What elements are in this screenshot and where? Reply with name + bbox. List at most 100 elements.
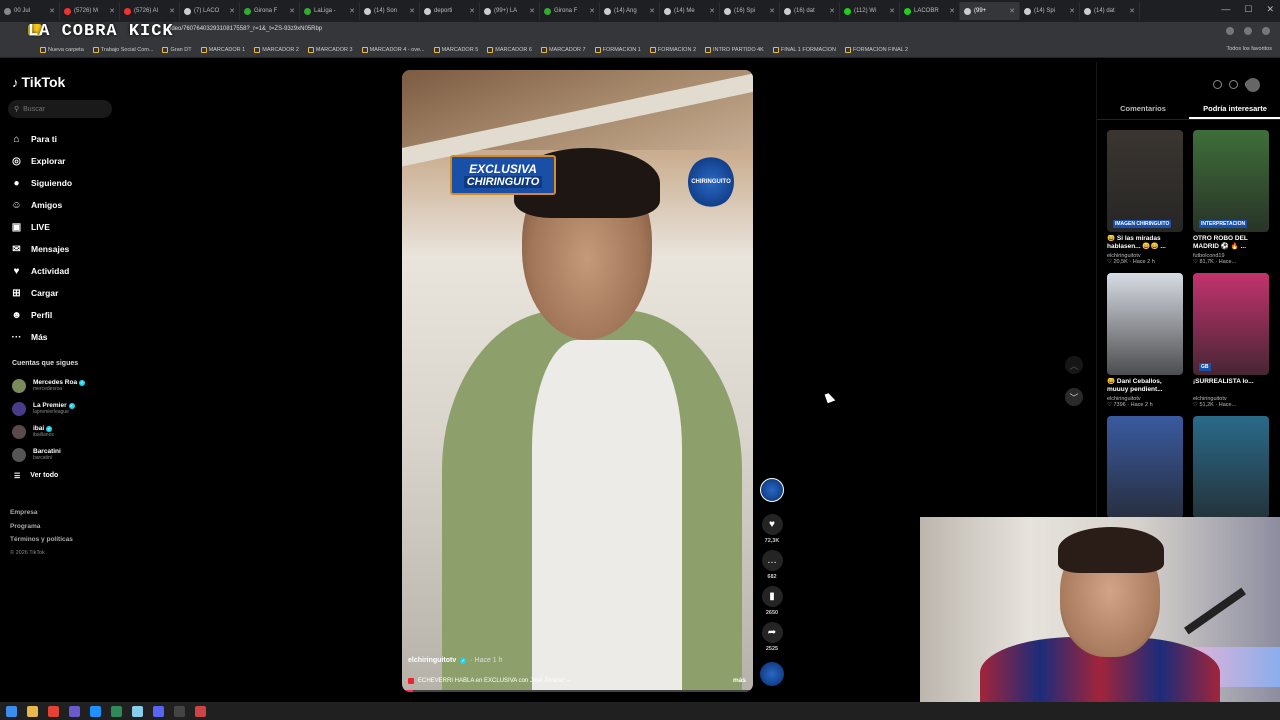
app2-icon[interactable]	[111, 705, 122, 717]
tab-close-icon[interactable]: ✕	[469, 7, 475, 15]
tab-close-icon[interactable]: ✕	[529, 7, 535, 15]
browser-tab[interactable]: LaLiga - ✕	[300, 2, 360, 20]
recommended-video-card[interactable]: 😄 Dani Ceballos, muuuy pendient... elchir…	[1107, 273, 1183, 408]
bookmark-item[interactable]: Trabajo Social Com...	[92, 46, 153, 53]
nav-item[interactable]: ⊞ Cargar	[10, 282, 72, 304]
tab-close-icon[interactable]: ✕	[349, 7, 355, 15]
nav-item[interactable]: ● Siguiendo	[10, 172, 72, 194]
followed-account[interactable]: La Premier ✓ lapremierleague	[12, 397, 85, 420]
more-link[interactable]: más	[733, 677, 746, 684]
notepad-icon[interactable]	[132, 705, 143, 717]
nav-item[interactable]: ◎ Explorar	[10, 150, 72, 172]
browser-tab[interactable]: Girona F ✕	[540, 2, 600, 20]
nav-item[interactable]: ▣ LIVE	[10, 216, 72, 238]
nav-item[interactable]: ♥ Actividad	[10, 260, 72, 282]
minimize-icon[interactable]: —	[1221, 4, 1230, 15]
browser-tab[interactable]: deporti ✕	[420, 2, 480, 20]
bookmark-item[interactable]: FORMACION FINAL 2	[844, 46, 908, 53]
tab-close-icon[interactable]: ✕	[289, 7, 295, 15]
discord-icon[interactable]	[153, 705, 164, 717]
footer-link[interactable]: Programa	[10, 520, 73, 534]
bookmark-item[interactable]: FORMACION 2	[649, 46, 696, 53]
recommended-video-card[interactable]	[1107, 416, 1183, 518]
url-text[interactable]: ideo/7607640329310817558?_r=1&_t=ZS-93z9…	[170, 26, 322, 32]
star-icon[interactable]	[1244, 27, 1252, 35]
bookmark-item[interactable]: FORMACION 1	[594, 46, 641, 53]
tab-close-icon[interactable]: ✕	[109, 7, 115, 15]
browser-tab[interactable]: (14) dat ✕	[1080, 2, 1140, 20]
video-thumbnail[interactable]: IMAGEN CHIRINGUITO	[1107, 130, 1183, 232]
bookmark-item[interactable]: MARCADOR 5	[433, 46, 478, 53]
recommended-video-card[interactable]	[1193, 416, 1269, 518]
app-icon[interactable]	[69, 705, 80, 717]
maximize-icon[interactable]: ☐	[1244, 4, 1252, 15]
bookmark-item[interactable]: INTRO PARTIDO 4K	[705, 46, 764, 53]
footer-link[interactable]: Términos y políticas	[10, 533, 73, 547]
video-player[interactable]: EXCLUSIVA CHIRINGUITO CHIRINGUITO elchir…	[402, 70, 753, 692]
browser-tab[interactable]: (14) Son ✕	[360, 2, 420, 20]
bookmark-item[interactable]: MARCADOR 6	[487, 46, 532, 53]
previous-video-button[interactable]: ︿	[1065, 356, 1083, 374]
browser-tab[interactable]: (16) Spi ✕	[720, 2, 780, 20]
browser-tab[interactable]: (14) Me ✕	[660, 2, 720, 20]
tiktok-logo[interactable]: ♪ TikTok	[12, 74, 65, 90]
browser-tab[interactable]: Girona F ✕	[240, 2, 300, 20]
obs-icon[interactable]	[174, 705, 185, 717]
comment-icon[interactable]: …	[761, 550, 783, 571]
bookmark-item[interactable]: MARCADOR 3	[307, 46, 353, 53]
video-thumbnail[interactable]	[1107, 273, 1183, 375]
browser-tab[interactable]: LACOBR ✕	[900, 2, 960, 20]
start-icon[interactable]	[6, 705, 17, 717]
recommended-video-card[interactable]: GB ¡SURREALISTA lo... elchiringuitotv ♡ 51,…	[1193, 273, 1269, 408]
video-thumbnail[interactable]: INTERPRETACION	[1193, 130, 1269, 232]
recommended-video-card[interactable]: IMAGEN CHIRINGUITO 😄 Si las miradas habla…	[1107, 130, 1183, 265]
video-progress-bar[interactable]	[402, 690, 753, 692]
browser-tab[interactable]: (16) dat ✕	[780, 2, 840, 20]
bookmark-item[interactable]: MARCADOR 7	[540, 46, 586, 53]
followed-account[interactable]: Mercedes Roa ✓ mercedesroa	[12, 374, 86, 397]
tab-close-icon[interactable]: ✕	[769, 7, 775, 15]
all-bookmarks-link[interactable]: Todos los favoritos	[1226, 46, 1272, 52]
music-disc-icon[interactable]	[760, 662, 784, 686]
extension-icon[interactable]	[1226, 27, 1234, 35]
bookmark-item[interactable]: MARCADOR 4 - ove...	[361, 46, 425, 53]
video-author[interactable]: elchiringuitotv	[408, 657, 456, 664]
browser-tab[interactable]: (14) Spi ✕	[1020, 2, 1080, 20]
browser-tab[interactable]: (112) Wi ✕	[840, 2, 900, 20]
close-window-icon[interactable]: ✕	[1266, 4, 1274, 15]
browser-tab[interactable]: (99+ ✕	[960, 2, 1020, 20]
panel-tab[interactable]: Podría interesarte	[1189, 102, 1280, 119]
bookmark-item[interactable]: Nueva carpeta	[40, 46, 84, 53]
video-thumbnail[interactable]	[1193, 416, 1269, 518]
recommended-video-card[interactable]: INTERPRETACION OTRO ROBO DEL MADRID ⚽ 🔥 .…	[1193, 130, 1269, 265]
app3-icon[interactable]	[195, 705, 206, 717]
browser-tab[interactable]: (5726) Al ✕	[120, 2, 180, 20]
bookmark-icon[interactable]: ▮	[761, 586, 783, 607]
profile-avatar-icon[interactable]	[1262, 27, 1270, 35]
user-avatar[interactable]	[1246, 78, 1260, 92]
share-icon[interactable]: ➦	[761, 622, 783, 643]
video-thumbnail[interactable]	[1107, 416, 1183, 518]
video-thumbnail[interactable]: GB	[1193, 273, 1269, 375]
bookmark-item[interactable]: MARCADOR 2	[254, 46, 299, 53]
browser-tab[interactable]: (14) Ang ✕	[600, 2, 660, 20]
search-input[interactable]	[23, 105, 104, 113]
followed-account[interactable]: ibai ✓ ibaillanos	[12, 420, 85, 443]
tab-close-icon[interactable]: ✕	[409, 7, 415, 15]
see-all-button[interactable]: ☰ Ver todo	[14, 472, 58, 480]
bookmark-item[interactable]: MARCADOR 1	[200, 46, 245, 53]
browser-tab[interactable]: 00 Jul ✕	[0, 2, 60, 20]
file-explorer-icon[interactable]	[27, 705, 38, 717]
nav-item[interactable]: ⌂ Para ti	[10, 128, 72, 150]
bookmark-item[interactable]: Gran DT	[162, 46, 192, 53]
tab-close-icon[interactable]: ✕	[1129, 7, 1135, 15]
browser-tab[interactable]: (7) LACO ✕	[180, 2, 240, 20]
tab-close-icon[interactable]: ✕	[949, 7, 955, 15]
edge-icon[interactable]	[90, 705, 101, 717]
nav-item[interactable]: ··· Más	[10, 326, 72, 348]
device-icon[interactable]	[1229, 80, 1238, 89]
tab-close-icon[interactable]: ✕	[229, 7, 235, 15]
tab-close-icon[interactable]: ✕	[709, 7, 715, 15]
tab-close-icon[interactable]: ✕	[49, 7, 55, 15]
nav-item[interactable]: ✉ Mensajes	[10, 238, 72, 260]
